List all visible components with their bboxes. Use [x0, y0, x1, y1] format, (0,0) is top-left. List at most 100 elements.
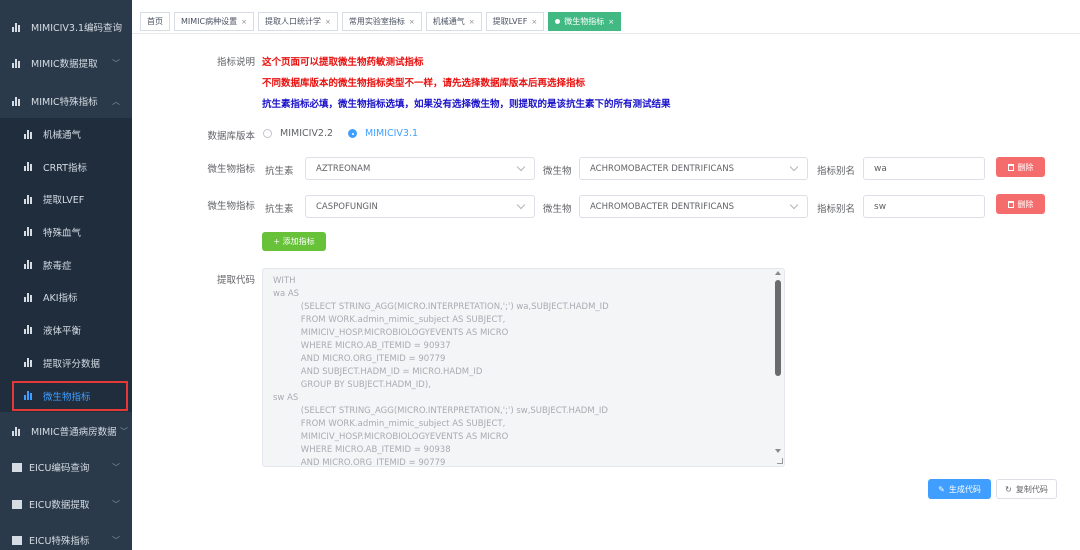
code-line: FROM WORK.admin_mimic_subject AS SUBJECT… — [290, 315, 506, 325]
sidebar-item-label: EICU编码查询 — [29, 463, 90, 474]
sidebar-item-aki[interactable]: AKI指标 — [0, 281, 132, 313]
antibiotic-label: 抗生素 — [265, 166, 294, 177]
code-line: AND MICRO.ORG_ITEMID = 90779 — [290, 458, 446, 467]
chevron-up-icon: ︿ — [112, 96, 120, 106]
sidebar-item-label: 机械通气 — [43, 130, 82, 141]
sidebar-item-label: 特殊血气 — [43, 227, 82, 239]
close-icon[interactable]: × — [409, 18, 415, 26]
sidebar-item-mimic-data-extract[interactable]: MIMIC数据提取 ﹀ — [0, 48, 132, 78]
tab-home[interactable]: 首页 — [140, 12, 170, 31]
sidebar-item-label: CRRT指标 — [43, 162, 87, 174]
code-line: MIMICIV_HOSP.MICROBIOLOGYEVENTS AS MICRO — [290, 328, 509, 338]
generate-code-button[interactable]: ✎ 生成代码 — [928, 479, 991, 499]
folder-icon — [12, 499, 22, 509]
scroll-up-icon[interactable] — [775, 271, 781, 275]
code-line: WHERE MICRO.AB_ITEMID = 90938 — [290, 445, 451, 455]
delete-button[interactable]: 删除 — [996, 157, 1045, 177]
microbe-select[interactable]: ACHROMOBACTER DENTRIFICANS — [579, 195, 808, 218]
tab-lvef[interactable]: 提取LVEF × — [485, 12, 545, 31]
copy-code-button[interactable]: ↻ 复制代码 — [996, 479, 1057, 499]
close-icon[interactable]: × — [325, 18, 331, 26]
bar-chart-icon — [24, 292, 36, 302]
sidebar-item-fluid-balance[interactable]: 液体平衡 — [0, 313, 132, 346]
refresh-icon: ↻ — [1005, 484, 1012, 494]
sidebar-item-mimic-special[interactable]: MIMIC特殊指标 ︿ — [0, 86, 132, 116]
active-dot-icon — [555, 19, 561, 24]
alias-label: 指标别名 — [817, 166, 856, 177]
close-icon[interactable]: × — [241, 18, 247, 26]
code-line: MIMICIV_HOSP.MICROBIOLOGYEVENTS AS MICRO — [290, 432, 509, 442]
tab-divider — [132, 33, 1080, 34]
alias-label: 指标别名 — [817, 204, 856, 215]
tab-lab-indicators[interactable]: 常用实验室指标 × — [341, 12, 422, 31]
sidebar-item-label: EICU数据提取 — [29, 500, 90, 511]
delete-button[interactable]: 删除 — [996, 194, 1045, 214]
code-line: WHERE MICRO.AB_ITEMID = 90937 — [290, 341, 451, 351]
sidebar-item-crrt[interactable]: CRRT指标 — [0, 150, 132, 183]
resize-handle-icon[interactable] — [777, 458, 783, 464]
chevron-down-icon: ﹀ — [120, 426, 128, 436]
tab-mimic-disease-settings[interactable]: MIMIC病种设置 × — [174, 12, 254, 31]
tab-microbe[interactable]: 微生物指标 × — [548, 12, 622, 31]
antibiotic-label: 抗生素 — [265, 204, 294, 215]
sidebar-item-lvef[interactable]: 提取LVEF — [0, 183, 132, 215]
radio-mimiciv22[interactable]: MIMICIV2.2 — [263, 128, 333, 139]
bar-chart-icon — [24, 129, 36, 139]
sidebar-item-label: MIMICIV3.1编码查询 — [31, 23, 123, 34]
bar-chart-icon — [24, 194, 36, 204]
sidebar-item-eicu-special[interactable]: EICU特殊指标 ﹀ — [0, 525, 132, 550]
sidebar-item-eicu-data-extract[interactable]: EICU数据提取 ﹀ — [0, 489, 132, 519]
tab-bar: 首页 MIMIC病种设置 × 提取人口统计学 × 常用实验室指标 × 机械通气 × 提取… — [140, 12, 622, 32]
microbe-select[interactable]: ACHROMOBACTER DENTRIFICANS — [579, 157, 808, 180]
scroll-down-icon[interactable] — [775, 449, 781, 453]
sidebar-item-score-data[interactable]: 提取评分数据 — [0, 346, 132, 379]
chevron-down-icon: ﹀ — [112, 462, 120, 472]
sidebar-item-label: 脓毒症 — [43, 260, 72, 272]
code-line: AND MICRO.ORG_ITEMID = 90779 — [290, 354, 446, 364]
pencil-icon: ✎ — [938, 484, 945, 494]
close-icon[interactable]: × — [608, 18, 614, 26]
code-textarea[interactable]: WITH wa AS (SELECT STRING_AGG(MICRO.INTE… — [262, 268, 785, 467]
trash-icon — [1007, 163, 1014, 171]
sidebar-item-label: MIMIC特殊指标 — [31, 97, 98, 108]
code-line: (SELECT STRING_AGG(MICRO.INTERPRETATION,… — [290, 302, 609, 312]
bar-chart-icon — [12, 22, 24, 32]
sidebar-item-label: MIMIC数据提取 — [31, 59, 98, 70]
alias-input[interactable]: sw — [863, 195, 985, 218]
microbe-indicator-label: 微生物指标 — [207, 164, 255, 175]
note-line-1: 这个页面可以提取微生物药敏测试指标 — [262, 57, 424, 68]
radio-mimiciv31[interactable]: MIMICIV3.1 — [348, 128, 418, 139]
code-line: AND SUBJECT.HADM_ID = MICRO.HADM_ID — [290, 367, 483, 377]
close-icon[interactable]: × — [531, 18, 537, 26]
alias-input[interactable]: wa — [863, 157, 985, 180]
bar-chart-icon — [24, 260, 36, 269]
folder-icon — [12, 462, 22, 472]
sidebar-item-label: 提取LVEF — [43, 195, 85, 206]
sidebar-item-mimiciv31-code-query[interactable]: MIMICIV3.1编码查询 — [0, 12, 132, 42]
bar-chart-icon — [24, 162, 36, 171]
sidebar-item-sepsis[interactable]: 脓毒症 — [0, 248, 132, 281]
chevron-down-icon — [789, 200, 799, 210]
bar-chart-icon — [24, 325, 36, 334]
sidebar-item-label: EICU特殊指标 — [29, 536, 90, 547]
tab-demographics[interactable]: 提取人口统计学 × — [257, 12, 338, 31]
sidebar-item-blood-gas[interactable]: 特殊血气 — [0, 215, 132, 248]
sidebar-item-mech-vent[interactable]: 机械通气 — [0, 118, 132, 150]
active-item-highlight — [12, 381, 128, 411]
sidebar-item-mimic-ward[interactable]: MIMIC普通病房数据 ﹀ — [0, 416, 132, 446]
microbe-indicator-label: 微生物指标 — [207, 201, 255, 212]
tab-mech-vent[interactable]: 机械通气 × — [425, 12, 482, 31]
antibiotic-select[interactable]: CASPOFUNGIN — [305, 195, 535, 218]
antibiotic-select[interactable]: AZTREONAM — [305, 157, 535, 180]
bar-chart-icon — [12, 96, 24, 106]
code-scrollbar[interactable] — [775, 280, 781, 376]
bar-chart-icon — [24, 358, 36, 367]
close-icon[interactable]: × — [469, 18, 475, 26]
add-indicator-button[interactable]: + 添加指标 — [262, 232, 326, 251]
code-label: 提取代码 — [216, 275, 255, 286]
radio-circle-icon — [263, 129, 272, 138]
chevron-down-icon — [516, 200, 526, 210]
chevron-down-icon — [516, 162, 526, 172]
bar-chart-icon — [12, 426, 24, 436]
sidebar-item-eicu-code-query[interactable]: EICU编码查询 ﹀ — [0, 452, 132, 482]
